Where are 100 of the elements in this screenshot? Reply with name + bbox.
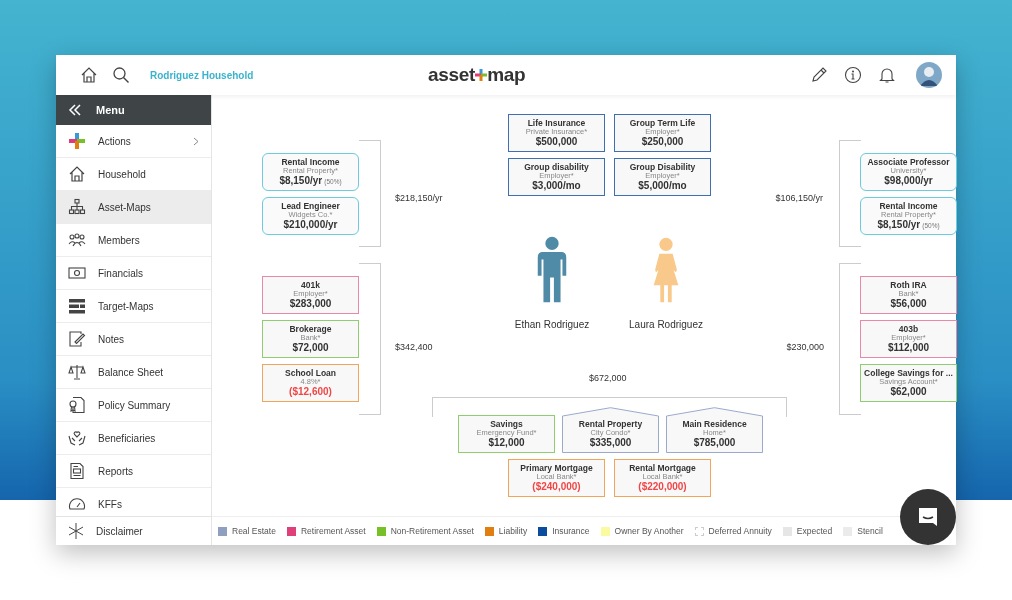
home-icon[interactable] bbox=[80, 66, 98, 84]
card-title: 401k bbox=[301, 280, 320, 291]
sidebar-label: Target-Maps bbox=[98, 300, 155, 312]
sidebar-label: KFFs bbox=[98, 498, 123, 510]
sidebar-item[interactable]: Members bbox=[56, 224, 211, 257]
sidebar-item[interactable]: Policy Summary bbox=[56, 389, 211, 422]
report-icon bbox=[68, 462, 86, 480]
total-amount: $230,000 bbox=[786, 342, 824, 352]
card-value: ($12,600) bbox=[289, 386, 332, 398]
card-value: $62,000 bbox=[890, 386, 927, 398]
card-value: $3,000/mo bbox=[532, 180, 581, 192]
card-value: $56,000 bbox=[890, 298, 927, 310]
sidebar-item[interactable]: Notes bbox=[56, 323, 211, 356]
gauge-icon bbox=[68, 495, 86, 513]
sidebar-label: Actions bbox=[98, 135, 132, 147]
legend-label: Retirement Asset bbox=[300, 526, 366, 536]
hands-icon bbox=[68, 429, 86, 447]
card-value: $250,000 bbox=[641, 136, 684, 148]
card-value: ($240,000) bbox=[532, 481, 581, 493]
chat-icon bbox=[916, 505, 940, 529]
legend-label: Liability bbox=[498, 526, 528, 536]
card-title: School Loan bbox=[285, 368, 336, 379]
chat-button[interactable] bbox=[900, 489, 956, 545]
policy-icon bbox=[68, 396, 86, 414]
card-title: Associate Professor bbox=[867, 157, 950, 168]
legend-label: Expected bbox=[796, 526, 833, 536]
note-icon bbox=[68, 330, 86, 348]
card-title: Group Disability bbox=[629, 162, 696, 172]
sidebar-item[interactable]: Beneficiaries bbox=[56, 422, 211, 455]
money-icon bbox=[68, 264, 86, 282]
sidebar-item[interactable]: Reports bbox=[56, 455, 211, 488]
total-amount: $106,150/yr bbox=[775, 193, 823, 203]
card-title: Rental Mortgage bbox=[629, 463, 696, 473]
sidebar-item[interactable]: Financials bbox=[56, 257, 211, 290]
sidebar-label: Asset-Maps bbox=[98, 201, 152, 213]
info-icon[interactable] bbox=[844, 66, 862, 84]
org-icon bbox=[68, 198, 86, 216]
legend-label: Non-Retirement Asset bbox=[390, 526, 474, 536]
logo-text: asset bbox=[428, 64, 476, 86]
card-value: $12,000 bbox=[488, 437, 525, 449]
card-title: Rental Income bbox=[879, 201, 938, 212]
card-value: $8,150/yr bbox=[279, 175, 323, 187]
card-value: $5,000/mo bbox=[638, 180, 687, 192]
sidebar-item[interactable]: Asset-Maps bbox=[56, 191, 211, 224]
legend-label: Insurance bbox=[552, 526, 590, 536]
card-value: $8,150/yr bbox=[877, 219, 921, 231]
sidebar-label: Notes bbox=[98, 333, 126, 345]
card-value: $112,000 bbox=[887, 342, 930, 354]
menu-label: Menu bbox=[96, 104, 125, 116]
card-title: Group Term Life bbox=[629, 118, 696, 128]
card-title: Roth IRA bbox=[890, 280, 927, 291]
card-value: $283,000 bbox=[289, 298, 332, 310]
card-title: Main Residence bbox=[682, 419, 747, 430]
card-title: Rental Income bbox=[281, 157, 340, 168]
home-icon bbox=[68, 165, 86, 183]
sidebar-item[interactable]: Actions bbox=[56, 125, 211, 158]
plus-logo-icon bbox=[475, 69, 488, 81]
collapse-icon[interactable] bbox=[68, 104, 82, 116]
legend-label: Stencil bbox=[857, 526, 883, 536]
sidebar-label: Beneficiaries bbox=[98, 432, 157, 444]
card-title: 403b bbox=[898, 324, 919, 335]
sidebar-label: Members bbox=[98, 234, 141, 246]
sidebar-label: Disclaimer bbox=[96, 525, 143, 537]
pen-icon[interactable] bbox=[810, 66, 828, 84]
card-value: $335,000 bbox=[589, 437, 632, 449]
legend-label: Owner By Another bbox=[614, 526, 684, 536]
disclaimer-item[interactable]: Disclaimer bbox=[56, 516, 211, 545]
asterisk-icon bbox=[68, 523, 84, 539]
menu-header[interactable]: Menu bbox=[56, 95, 211, 125]
sidebar-label: Financials bbox=[98, 267, 145, 279]
scale-icon bbox=[68, 363, 86, 381]
avatar[interactable] bbox=[916, 62, 942, 88]
card-title: Life Insurance bbox=[527, 118, 586, 129]
card-title: Brokerage bbox=[289, 324, 332, 335]
card-title: College Savings for ... bbox=[864, 368, 953, 378]
search-icon[interactable] bbox=[112, 66, 130, 84]
sidebar-item[interactable]: KFFs bbox=[56, 488, 211, 516]
card-value: $72,000 bbox=[292, 342, 329, 354]
card-value: ($220,000) bbox=[638, 481, 687, 493]
sidebar-item[interactable]: Balance Sheet bbox=[56, 356, 211, 389]
plus-icon bbox=[68, 132, 86, 150]
sidebar-label: Policy Summary bbox=[98, 399, 172, 411]
sidebar-item[interactable]: Target-Maps bbox=[56, 290, 211, 323]
member-name: Laura Rodriguez bbox=[629, 319, 703, 330]
member-name: Ethan Rodriguez bbox=[514, 319, 590, 330]
total-amount: $672,000 bbox=[589, 373, 627, 383]
card-title: Primary Mortgage bbox=[520, 463, 593, 473]
bars-icon bbox=[68, 297, 86, 315]
people-icon bbox=[68, 231, 86, 249]
card-title: Group disability bbox=[524, 162, 589, 172]
card-value: $500,000 bbox=[535, 136, 578, 148]
card-value: $785,000 bbox=[693, 437, 736, 449]
sidebar-label: Household bbox=[98, 168, 147, 180]
legend-label: Real Estate bbox=[232, 526, 276, 536]
card-title: Savings bbox=[490, 419, 523, 429]
bell-icon[interactable] bbox=[878, 66, 896, 84]
sidebar-label: Balance Sheet bbox=[98, 366, 165, 378]
card-value: $98,000/yr bbox=[884, 175, 933, 187]
total-amount: $218,150/yr bbox=[395, 193, 443, 203]
card-title: Rental Property bbox=[578, 419, 643, 429]
